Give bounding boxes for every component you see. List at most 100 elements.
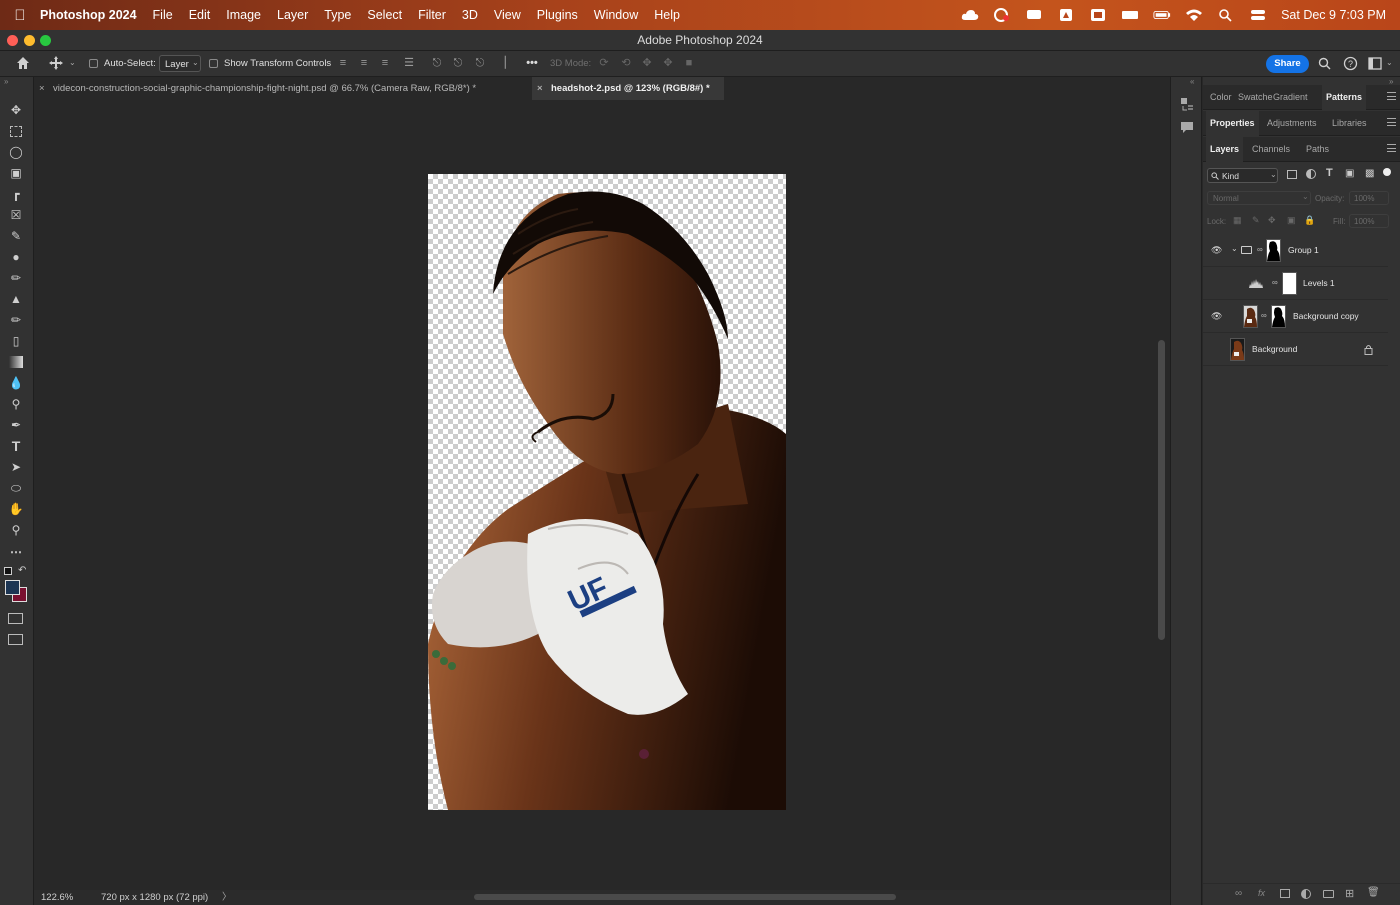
creative-cloud-icon[interactable] xyxy=(961,8,979,22)
clone-stamp-tool-icon[interactable]: ▲ xyxy=(8,291,24,307)
layer-filter-kind-dropdown[interactable]: Kind ⌄ xyxy=(1207,168,1278,183)
zoom-window-button[interactable] xyxy=(40,35,51,46)
screen-mode-icon[interactable] xyxy=(8,634,23,645)
tab-paths[interactable]: Paths xyxy=(1302,137,1333,162)
mask-link-icon[interactable]: ∞ xyxy=(1261,311,1267,320)
path-selection-tool-icon[interactable]: ➤ xyxy=(8,459,24,475)
close-tab-icon[interactable]: × xyxy=(39,77,45,100)
show-transform-controls-checkbox[interactable] xyxy=(209,59,218,68)
zoom-level[interactable]: 122.6% xyxy=(41,890,73,905)
eyedropper-tool-icon[interactable]: ✎ xyxy=(8,228,24,244)
delete-layer-icon[interactable]: 🗑 xyxy=(1367,887,1380,898)
distribute-horizontal-icon[interactable]: ⎥ xyxy=(498,57,510,69)
home-icon[interactable] xyxy=(16,56,30,70)
edit-toolbar-icon[interactable]: ⋯ xyxy=(8,544,24,560)
status-menu-arrow-icon[interactable]: 〉 xyxy=(222,890,232,905)
close-window-button[interactable] xyxy=(7,35,18,46)
object-selection-tool-icon[interactable]: ▣ xyxy=(8,165,24,181)
mask-link-icon[interactable]: ∞ xyxy=(1272,278,1278,287)
menu-plugins[interactable]: Plugins xyxy=(537,8,578,22)
layer-mask-thumbnail[interactable] xyxy=(1282,272,1297,295)
layer-row-background[interactable]: Background xyxy=(1203,333,1388,366)
drive-icon[interactable] xyxy=(1057,8,1075,22)
history-brush-tool-icon[interactable]: ✏ xyxy=(8,312,24,328)
filter-adjustment-icon[interactable] xyxy=(1306,169,1316,179)
crop-tool-icon[interactable]: ┏ xyxy=(8,186,24,202)
visibility-hidden-toggle[interactable] xyxy=(1211,279,1221,288)
share-button[interactable]: Share xyxy=(1266,55,1309,73)
cast-icon[interactable] xyxy=(1025,8,1043,22)
layer-thumbnail[interactable] xyxy=(1230,338,1245,361)
expand-group-chevron-icon[interactable]: ⌄ xyxy=(1231,244,1238,253)
layer-row-background-copy[interactable]: 👁 ∞ Background copy xyxy=(1203,300,1388,333)
tab-layers[interactable]: Layers xyxy=(1206,137,1244,162)
auto-select-checkbox[interactable] xyxy=(89,59,98,68)
layer-style-fx-icon[interactable]: fx xyxy=(1258,888,1265,898)
cc-sync-icon[interactable] xyxy=(993,8,1011,22)
foreground-color-swatch[interactable] xyxy=(5,580,20,595)
tab-channels[interactable]: Channels xyxy=(1248,137,1294,162)
healing-brush-tool-icon[interactable]: ● xyxy=(8,249,24,265)
menu-window[interactable]: Window xyxy=(594,8,638,22)
visibility-hidden-toggle[interactable] xyxy=(1211,345,1221,354)
move-tool-icon[interactable]: ✥ xyxy=(8,102,24,118)
marquee-tool-icon[interactable] xyxy=(10,126,22,137)
tab-patterns[interactable]: Patterns xyxy=(1322,85,1367,110)
screen-icon[interactable] xyxy=(1089,8,1107,22)
workspace-icon[interactable] xyxy=(1368,57,1382,70)
tab-color[interactable]: Color xyxy=(1206,85,1236,110)
collapse-dock-icon[interactable]: « xyxy=(1190,77,1194,86)
filter-smart-object-icon[interactable]: ▩ xyxy=(1365,168,1374,179)
tab-properties[interactable]: Properties xyxy=(1206,111,1259,136)
control-center-icon[interactable] xyxy=(1249,8,1267,22)
layer-row-group-1[interactable]: 👁 ⌄ ∞ Group 1 xyxy=(1203,234,1388,267)
help-icon[interactable]: ? xyxy=(1343,56,1358,71)
zoom-tool-icon[interactable]: ⚲ xyxy=(8,522,24,538)
menu-select[interactable]: Select xyxy=(367,8,402,22)
type-tool-icon[interactable]: T xyxy=(8,438,24,454)
new-group-icon[interactable] xyxy=(1323,890,1334,898)
hand-tool-icon[interactable]: ✋ xyxy=(8,501,24,517)
visibility-eye-icon[interactable]: 👁 xyxy=(1211,246,1222,255)
tab-gradients[interactable]: Gradient xyxy=(1269,85,1312,110)
close-tab-icon[interactable]: × xyxy=(537,77,543,100)
new-layer-icon[interactable]: ⊞ xyxy=(1345,887,1354,900)
eraser-tool-icon[interactable]: ▯ xyxy=(8,333,24,349)
move-tool-preset-icon[interactable] xyxy=(49,56,63,70)
visibility-eye-icon[interactable]: 👁 xyxy=(1211,312,1222,321)
panel-menu-icon[interactable] xyxy=(1387,118,1396,126)
spotlight-search-icon[interactable] xyxy=(1217,8,1235,22)
display-icon[interactable] xyxy=(1121,8,1139,22)
link-layers-icon[interactable]: ∞ xyxy=(1235,888,1242,899)
wifi-icon[interactable] xyxy=(1185,8,1203,22)
workspace-chevron-icon[interactable]: ⌄ xyxy=(1386,58,1393,67)
blur-tool-icon[interactable]: 💧 xyxy=(8,375,24,391)
layer-mask-thumbnail[interactable] xyxy=(1271,305,1286,328)
ellipse-tool-icon[interactable]: ⬭ xyxy=(8,480,24,496)
panel-menu-icon[interactable] xyxy=(1387,144,1396,152)
align-top-edges-icon[interactable]: ⎋ xyxy=(431,57,443,69)
frame-tool-icon[interactable]: ☒ xyxy=(8,207,24,223)
filter-toggle-icon[interactable] xyxy=(1383,168,1391,176)
search-icon[interactable] xyxy=(1318,57,1331,70)
canvas-area[interactable]: UF xyxy=(34,100,1156,890)
menu-app-name[interactable]: Photoshop 2024 xyxy=(40,8,137,22)
menubar-clock[interactable]: Sat Dec 9 7:03 PM xyxy=(1281,8,1386,22)
gradient-tool-icon[interactable] xyxy=(9,356,23,368)
tool-preset-chevron-icon[interactable]: ⌄ xyxy=(69,58,76,67)
menu-edit[interactable]: Edit xyxy=(189,8,211,22)
layer-thumbnail[interactable] xyxy=(1243,305,1258,328)
align-horizontal-centers-icon[interactable]: ≡ xyxy=(358,57,370,69)
menu-help[interactable]: Help xyxy=(654,8,680,22)
layer-mask-thumbnail[interactable] xyxy=(1266,239,1281,262)
document-tab-videcon[interactable]: × videcon-construction-social-graphic-ch… xyxy=(34,77,532,100)
history-panel-icon[interactable] xyxy=(1180,97,1194,111)
document-tab-headshot[interactable]: × headshot-2.psd @ 123% (RGB/8#) * xyxy=(532,77,724,100)
brush-tool-icon[interactable]: ✏ xyxy=(8,270,24,286)
menu-image[interactable]: Image xyxy=(226,8,261,22)
menu-view[interactable]: View xyxy=(494,8,521,22)
menu-filter[interactable]: Filter xyxy=(418,8,446,22)
add-mask-icon[interactable] xyxy=(1280,889,1290,898)
menu-3d[interactable]: 3D xyxy=(462,8,478,22)
tab-libraries[interactable]: Libraries xyxy=(1328,111,1371,136)
